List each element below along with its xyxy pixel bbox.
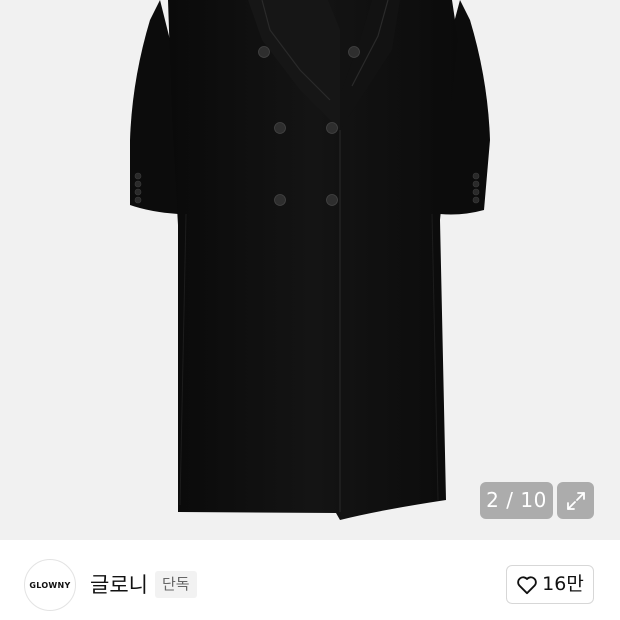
shop-name[interactable]: 글로니 (90, 570, 148, 600)
like-count: 16만 (542, 573, 584, 595)
image-page-counter: 2 / 10 (480, 482, 553, 519)
shop-logo[interactable]: GLOWNY (24, 559, 76, 611)
product-image-black-coat (130, 0, 490, 520)
exclusive-badge: 단독 (155, 571, 197, 598)
like-button[interactable]: 16만 (506, 565, 594, 604)
heart-outline-icon (517, 575, 537, 594)
expand-icon (566, 491, 585, 510)
expand-image-button[interactable] (557, 482, 594, 519)
shop-info-bar: GLOWNY 글로니 단독 16만 (0, 540, 620, 620)
product-image-gallery[interactable]: 2 / 10 (0, 0, 620, 540)
shop-logo-text: GLOWNY (29, 580, 71, 590)
